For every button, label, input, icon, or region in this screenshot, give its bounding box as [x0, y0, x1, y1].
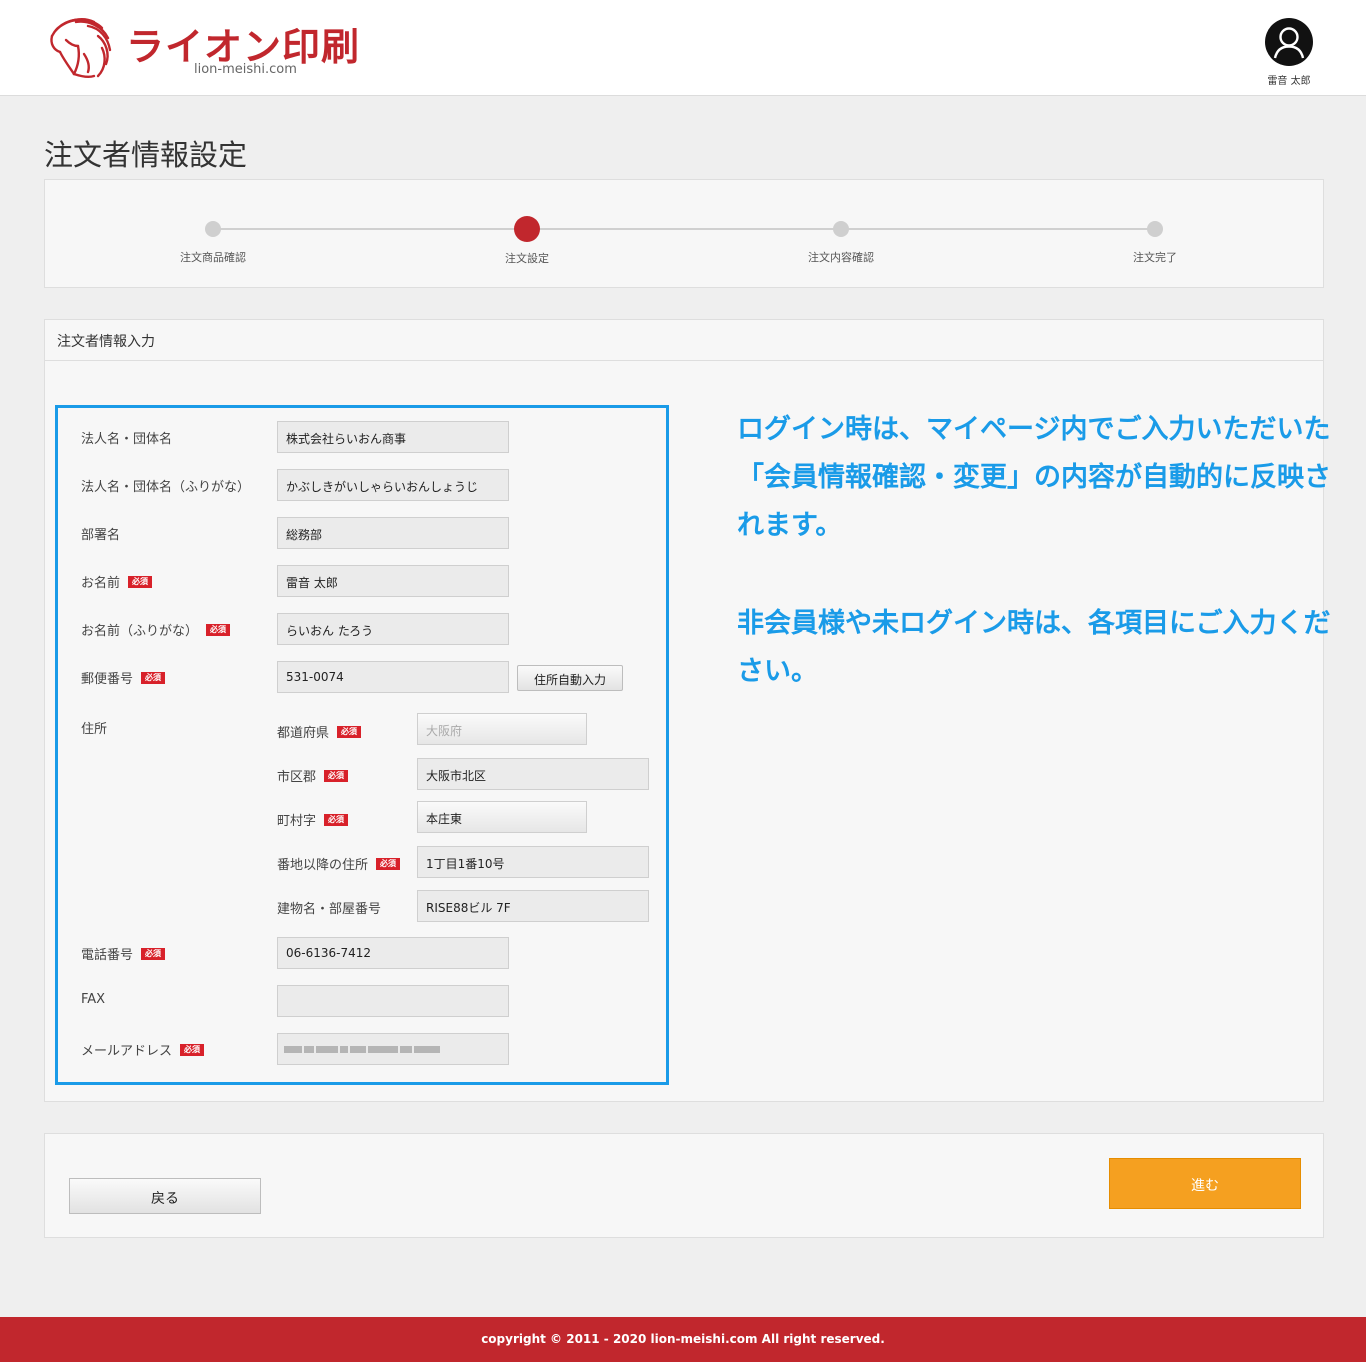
name-kana-field[interactable]: らいおん たろう — [277, 613, 509, 645]
prefecture-label: 都道府県 必須 — [277, 722, 362, 741]
name-kana-label-text: お名前（ふりがな） — [81, 624, 199, 639]
town-label-text: 町村字 — [277, 814, 317, 829]
department-label-text: 部署名 — [81, 528, 121, 543]
required-badge: 必須 — [141, 947, 166, 960]
annotation-note-guest: 非会員様や未ログイン時は、各項目にご入力ください。 — [737, 608, 1331, 687]
name-label: お名前 必須 — [81, 572, 153, 591]
step-dot-active — [514, 216, 540, 242]
step-label: 注文完了 — [1133, 251, 1177, 264]
email-label-text: メールアドレス — [81, 1044, 173, 1059]
street-field[interactable]: 1丁目1番10号 — [417, 846, 649, 878]
required-badge: 必須 — [128, 575, 153, 588]
name-field[interactable]: 雷音 太郎 — [277, 565, 509, 597]
required-badge: 必須 — [376, 857, 401, 870]
fax-label-text: FAX — [81, 992, 106, 1007]
address-label-text: 住所 — [81, 722, 108, 737]
step-order-settings: 注文設定 — [447, 216, 607, 266]
required-badge: 必須 — [206, 623, 231, 636]
step-label: 注文設定 — [505, 252, 549, 265]
building-field[interactable]: RISE88ビル 7F — [417, 890, 649, 922]
required-badge: 必須 — [141, 671, 166, 684]
next-button[interactable]: 進む — [1109, 1158, 1301, 1209]
site-footer: copyright © 2011 - 2020 lion-meishi.com … — [0, 1317, 1366, 1362]
user-avatar-icon[interactable] — [1265, 18, 1313, 66]
street-label: 番地以降の住所 必須 — [277, 854, 401, 873]
step-dot — [1147, 221, 1163, 237]
phone-label-text: 電話番号 — [81, 948, 134, 963]
company-label: 法人名・団体名 — [81, 428, 172, 447]
required-badge: 必須 — [180, 1043, 205, 1056]
building-label-text: 建物名・部屋番号 — [277, 902, 382, 917]
auto-address-button[interactable]: 住所自動入力 — [517, 665, 623, 691]
site-logo[interactable]: ライオン印刷 lion-meishi.com — [44, 14, 374, 84]
section-title: 注文者情報入力 — [45, 320, 1323, 361]
step-label: 注文商品確認 — [180, 251, 246, 264]
annotation-note-logged-in: ログイン時は、マイページ内でご入力いただいた「会員情報確認・変更」の内容が自動的… — [737, 414, 1331, 541]
city-label: 市区郡 必須 — [277, 766, 349, 785]
blurred-email — [284, 1046, 442, 1053]
town-label: 町村字 必須 — [277, 810, 349, 829]
company-kana-field[interactable]: かぶしきがいしゃらいおんしょうじ — [277, 469, 509, 501]
street-label-text: 番地以降の住所 — [277, 858, 369, 873]
required-badge: 必須 — [324, 769, 349, 782]
postal-label: 郵便番号 必須 — [81, 668, 166, 687]
required-badge: 必須 — [324, 813, 349, 826]
step-order-complete: 注文完了 — [1075, 216, 1235, 265]
prefecture-label-text: 都道府県 — [277, 726, 330, 741]
city-label-text: 市区郡 — [277, 770, 317, 785]
step-label: 注文内容確認 — [808, 251, 874, 264]
building-label: 建物名・部屋番号 — [277, 898, 381, 917]
step-order-items: 注文商品確認 — [133, 216, 293, 265]
company-kana-label: 法人名・団体名（ふりがな） — [81, 476, 250, 495]
page-title: 注文者情報設定 — [44, 138, 248, 172]
logo-domain: lion-meishi.com — [194, 62, 297, 77]
city-field[interactable]: 大阪市北区 — [417, 758, 649, 790]
site-header: ライオン印刷 lion-meishi.com 雷音 太郎 — [0, 0, 1366, 96]
name-kana-label: お名前（ふりがな） 必須 — [81, 620, 231, 639]
postal-label-text: 郵便番号 — [81, 672, 134, 687]
prefecture-select[interactable]: 大阪府 — [417, 713, 587, 745]
department-field[interactable]: 総務部 — [277, 517, 509, 549]
phone-field[interactable]: 06-6136-7412 — [277, 937, 509, 969]
lion-logo-icon — [50, 18, 112, 79]
back-button[interactable]: 戻る — [69, 1178, 261, 1214]
postal-field[interactable]: 531-0074 — [277, 661, 509, 693]
email-field[interactable] — [277, 1033, 509, 1065]
company-field[interactable]: 株式会社らいおん商事 — [277, 421, 509, 453]
fax-label: FAX — [81, 992, 105, 1007]
phone-label: 電話番号 必須 — [81, 944, 166, 963]
annotation-highlight-box — [55, 405, 669, 1085]
progress-line — [213, 228, 1155, 230]
user-name: 雷音 太郎 — [1267, 76, 1311, 87]
department-label: 部署名 — [81, 524, 120, 543]
step-order-confirm: 注文内容確認 — [761, 216, 921, 265]
navigation-panel: 戻る 進む — [44, 1133, 1324, 1238]
user-menu[interactable]: 雷音 太郎 — [1260, 18, 1318, 87]
step-dot — [205, 221, 221, 237]
order-progress: 注文商品確認 注文設定 注文内容確認 注文完了 — [44, 179, 1324, 288]
company-kana-label-text: 法人名・団体名（ふりがな） — [81, 480, 251, 495]
required-badge: 必須 — [337, 725, 362, 738]
step-dot — [833, 221, 849, 237]
address-label: 住所 — [81, 718, 107, 737]
name-label-text: お名前 — [81, 576, 121, 591]
email-label: メールアドレス 必須 — [81, 1040, 205, 1059]
fax-field[interactable] — [277, 985, 509, 1017]
town-select[interactable]: 本庄東 — [417, 801, 587, 833]
company-label-text: 法人名・団体名 — [81, 432, 173, 447]
orderer-info-panel: 注文者情報入力 法人名・団体名 株式会社らいおん商事 法人名・団体名（ふりがな）… — [44, 319, 1331, 1102]
